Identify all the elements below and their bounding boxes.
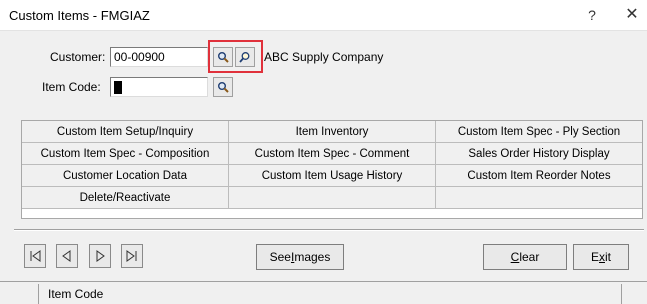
- clear-button[interactable]: Clear: [483, 244, 567, 270]
- first-icon: [30, 250, 41, 262]
- window-title: Custom Items - FMGIAZ: [9, 8, 150, 23]
- company-name: ABC Supply Company: [264, 50, 384, 64]
- magnifier-zoom-icon: [239, 52, 250, 63]
- menu-item-inventory[interactable]: Item Inventory: [229, 121, 436, 143]
- customer-lookup-button[interactable]: [213, 47, 233, 67]
- menu-empty-cell: [229, 187, 436, 209]
- help-button[interactable]: ?: [580, 5, 604, 25]
- text-cursor: [114, 81, 122, 95]
- menu-delete-reactivate[interactable]: Delete/Reactivate: [22, 187, 229, 209]
- title-bar: Custom Items - FMGIAZ ? ✕: [0, 0, 647, 30]
- menu-spec-composition[interactable]: Custom Item Spec - Composition: [22, 143, 229, 165]
- status-text: Item Code: [38, 284, 622, 304]
- see-images-button[interactable]: See Images: [256, 244, 344, 270]
- next-record-button[interactable]: [89, 244, 111, 268]
- customer-input[interactable]: 00-00900: [110, 47, 208, 67]
- last-icon: [126, 250, 137, 262]
- status-bar: Item Code: [0, 281, 647, 304]
- magnifier-icon: [218, 52, 229, 63]
- close-button[interactable]: ✕: [620, 5, 644, 25]
- customer-search-button[interactable]: [235, 47, 255, 67]
- function-menu-grid: Custom Item Setup/Inquiry Item Inventory…: [21, 120, 643, 219]
- exit-button[interactable]: Ex it: [573, 244, 629, 270]
- item-code-lookup-button[interactable]: [213, 77, 233, 97]
- menu-reorder-notes[interactable]: Custom Item Reorder Notes: [436, 165, 642, 187]
- menu-usage-history[interactable]: Custom Item Usage History: [229, 165, 436, 187]
- first-record-button[interactable]: [24, 244, 46, 268]
- customer-label: Customer:: [50, 50, 106, 64]
- menu-empty-cell: [436, 187, 642, 209]
- item-code-label: Item Code:: [42, 80, 101, 94]
- menu-custom-item-setup[interactable]: Custom Item Setup/Inquiry: [22, 121, 229, 143]
- menu-spec-ply-section[interactable]: Custom Item Spec - Ply Section: [436, 121, 642, 143]
- next-icon: [96, 250, 105, 262]
- last-record-button[interactable]: [121, 244, 143, 268]
- item-code-input[interactable]: [110, 77, 208, 97]
- form-client-area: Customer: 00-00900 ABC Supply Company It…: [0, 30, 647, 304]
- menu-customer-location-data[interactable]: Customer Location Data: [22, 165, 229, 187]
- previous-record-button[interactable]: [56, 244, 78, 268]
- magnifier-icon: [218, 82, 229, 93]
- previous-icon: [62, 250, 71, 262]
- menu-sales-order-history[interactable]: Sales Order History Display: [436, 143, 642, 165]
- divider: [14, 229, 644, 231]
- menu-spec-comment[interactable]: Custom Item Spec - Comment: [229, 143, 436, 165]
